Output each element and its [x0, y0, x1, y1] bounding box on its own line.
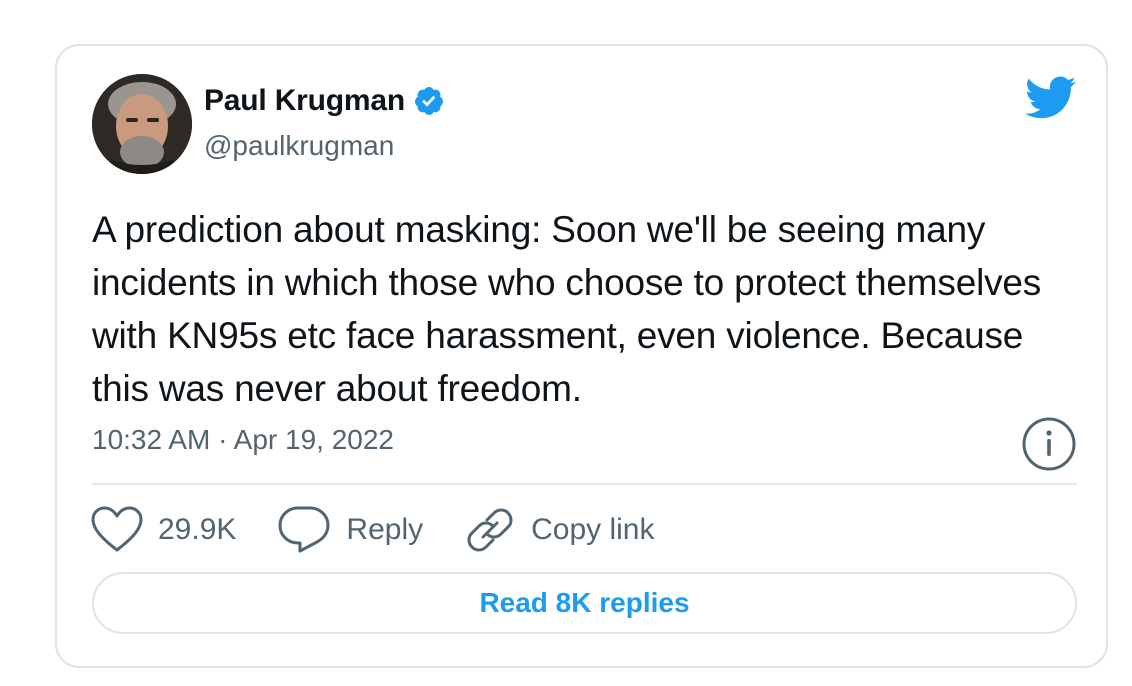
avatar-image [92, 74, 192, 174]
heart-icon [91, 506, 143, 552]
read-replies-button[interactable]: Read 8K replies [92, 572, 1077, 634]
verified-badge-icon [414, 87, 443, 115]
like-button[interactable]: 29.9K [90, 505, 236, 555]
action-bar: 29.9K Reply Copy link [90, 502, 695, 558]
tweet-text: A prediction about masking: Soon we'll b… [92, 209, 1042, 409]
copy-link-button[interactable]: Copy link [463, 503, 655, 557]
author-name-row: Paul Krugman [204, 84, 445, 118]
author-handle[interactable]: @paulkrugman [204, 130, 394, 162]
reply-label: Reply [346, 513, 424, 546]
reply-button[interactable]: Reply [276, 504, 423, 556]
avatar[interactable] [92, 74, 192, 174]
like-count: 29.9K [158, 513, 237, 546]
tweet-timestamp[interactable]: 10:32 AM · Apr 19, 2022 [92, 424, 394, 456]
copy-link-label: Copy link [531, 513, 655, 546]
tweet-card: Paul Krugman @paulkrugman A prediction a… [55, 44, 1108, 668]
author-name[interactable]: Paul Krugman [204, 84, 405, 118]
link-icon [467, 508, 513, 552]
twitter-bird-icon[interactable] [1025, 76, 1077, 120]
divider [92, 483, 1077, 485]
info-icon[interactable] [1021, 416, 1077, 472]
speech-bubble-icon [278, 506, 330, 553]
